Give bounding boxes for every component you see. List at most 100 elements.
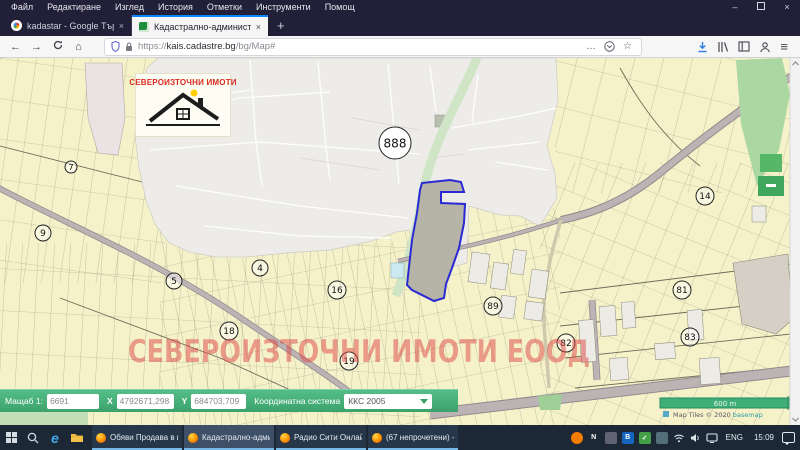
- menu-item[interactable]: Отметки: [200, 0, 249, 15]
- x-coordinate-input[interactable]: [117, 394, 174, 409]
- house-icon: [138, 87, 228, 129]
- menu-items: ФайлРедактиранеИзгледИсторияОтметкиИнстр…: [4, 0, 362, 15]
- browser-menubar: ФайлРедактиранеИзгледИсторияОтметкиИнстр…: [0, 0, 800, 15]
- task-buttons: Обяви Продава в гра... Кадастрално-админ.…: [92, 425, 460, 450]
- tray-app5-icon[interactable]: [656, 432, 668, 444]
- parcel-label-text: 14: [699, 192, 711, 202]
- maximize-button[interactable]: [748, 0, 774, 15]
- windows-taskbar: e Обяви Продава в гра... Кадастрално-адми…: [0, 425, 800, 450]
- parcel-label-text: 888: [384, 136, 407, 150]
- language-indicator[interactable]: ENG: [723, 433, 746, 442]
- lock-icon[interactable]: [125, 42, 133, 52]
- action-center-icon[interactable]: [782, 432, 795, 443]
- address-bar[interactable]: https://kais.cadastre.bg/bg/Map# … ☆: [104, 38, 642, 56]
- toolbar-buttons: ≡: [697, 37, 794, 57]
- tray-antivirus-icon[interactable]: ✓: [639, 432, 651, 444]
- taskbar-task-button[interactable]: (67 непрочетени) - А...: [368, 425, 458, 450]
- parcel-label-text: 89: [487, 302, 499, 312]
- taskbar-task-button[interactable]: Обяви Продава в гра...: [92, 425, 182, 450]
- map-canvas: 600 m Map Tiles © 2020 basemap 888975416…: [0, 58, 800, 425]
- realty-logo-text: СЕВЕРОИЗТОЧНИ ИМОТИ: [129, 78, 237, 87]
- firefox-icon: [372, 433, 382, 443]
- water-parcel: [391, 263, 404, 278]
- maximize-icon: [757, 2, 765, 10]
- parcel-label-text: 4: [257, 264, 263, 274]
- new-tab-button[interactable]: +: [268, 15, 294, 36]
- taskbar-search-button[interactable]: [22, 425, 44, 450]
- pocket-icon[interactable]: [604, 41, 615, 52]
- menu-item[interactable]: Изглед: [108, 0, 151, 15]
- map-status-bar: Мащаб 1: X Y Координатна система ККС 200…: [0, 389, 458, 412]
- url-scheme: https://: [138, 41, 167, 52]
- menu-item[interactable]: Инструменти: [249, 0, 318, 15]
- parcel-label-text: 81: [676, 286, 687, 296]
- coordinate-system-label: Координатна система: [254, 396, 340, 406]
- scale-bar-label: 600 m: [714, 400, 737, 408]
- start-button[interactable]: [0, 425, 22, 450]
- firefox-icon: [280, 433, 290, 443]
- scale-input[interactable]: [47, 394, 99, 409]
- chevron-down-icon: [420, 399, 428, 404]
- account-icon[interactable]: [759, 41, 771, 53]
- downloads-icon[interactable]: [697, 41, 708, 53]
- menu-item[interactable]: История: [151, 0, 200, 15]
- hamburger-menu-icon[interactable]: ≡: [780, 37, 788, 57]
- taskbar-task-button[interactable]: Кадастрално-админ...: [184, 425, 274, 450]
- tab-cadastre[interactable]: Кадастрално-административн... ×: [132, 15, 268, 36]
- coordinate-system-select[interactable]: ККС 2005: [344, 394, 432, 409]
- y-coordinate-input[interactable]: [191, 394, 246, 409]
- reload-button[interactable]: [48, 37, 67, 57]
- coordinate-system-value: ККС 2005: [348, 396, 385, 406]
- speaker-icon[interactable]: [690, 433, 701, 443]
- home-button[interactable]: ⌂: [69, 37, 88, 57]
- close-button[interactable]: ×: [774, 0, 800, 15]
- file-explorer-button[interactable]: [66, 425, 88, 450]
- parcel-label-text: 5: [171, 277, 177, 287]
- minimize-button[interactable]: –: [722, 0, 748, 15]
- sidebar-icon[interactable]: [738, 41, 750, 52]
- reload-icon: [53, 40, 63, 50]
- tab-close-icon[interactable]: ×: [256, 22, 261, 32]
- menu-item[interactable]: Редактиране: [40, 0, 108, 15]
- task-label: (67 непрочетени) - А...: [386, 433, 454, 442]
- display-icon[interactable]: [706, 433, 718, 443]
- back-button[interactable]: ←: [6, 37, 25, 57]
- tracking-shield-icon[interactable]: [111, 41, 120, 52]
- scale-label: Мащаб 1:: [5, 396, 43, 406]
- url-host: kais.cadastre.bg: [167, 41, 236, 52]
- window-controls: – ×: [722, 0, 800, 15]
- url-path: /bg/Map#: [236, 41, 276, 52]
- url-text: https://kais.cadastre.bg/bg/Map#: [138, 41, 578, 52]
- tray-app2-icon[interactable]: N: [588, 432, 600, 444]
- x-label: X: [107, 396, 113, 406]
- task-label: Радио Сити Онлайн |...: [294, 433, 362, 442]
- tray-app4-icon[interactable]: B: [622, 432, 634, 444]
- task-label: Кадастрално-админ...: [202, 433, 270, 442]
- attribution-link[interactable]: basemap: [733, 411, 763, 419]
- taskbar-task-button[interactable]: Радио Сити Онлайн |...: [276, 425, 366, 450]
- scrollbar[interactable]: [790, 58, 800, 425]
- watermark-text: СЕВЕРОИЗТОЧНИ ИМОТИ ЕООД: [128, 334, 590, 370]
- cadastre-favicon-icon: [139, 22, 149, 32]
- menu-item[interactable]: Помощ: [318, 0, 362, 15]
- edge-icon: e: [51, 430, 59, 446]
- folder-icon: [70, 432, 84, 443]
- forward-button[interactable]: →: [27, 37, 46, 57]
- tab-google-search[interactable]: kadastar - Google Търсене ×: [4, 15, 132, 36]
- menu-item[interactable]: Файл: [4, 0, 40, 15]
- bookmark-star-icon[interactable]: ☆: [620, 41, 635, 52]
- windows-logo-icon: [6, 432, 17, 443]
- tab-title: Кадастрално-административн...: [154, 22, 251, 32]
- page-actions-button[interactable]: …: [583, 41, 599, 52]
- google-favicon-icon: [11, 20, 22, 31]
- cadastre-map[interactable]: 600 m Map Tiles © 2020 basemap 888975416…: [0, 58, 800, 425]
- library-icon[interactable]: [717, 41, 729, 53]
- network-icon[interactable]: [673, 433, 685, 443]
- tab-close-icon[interactable]: ×: [119, 21, 124, 31]
- edge-button[interactable]: e: [44, 425, 66, 450]
- large-grey-parcel: [733, 254, 792, 334]
- parcel-label-text: 7: [68, 163, 73, 172]
- tray-app1-icon[interactable]: [571, 432, 583, 444]
- tray-app3-icon[interactable]: [605, 432, 617, 444]
- clock[interactable]: 15:09: [751, 433, 777, 442]
